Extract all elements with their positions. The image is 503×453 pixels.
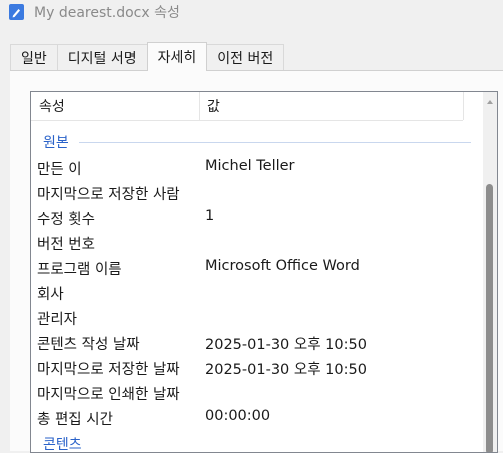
property-value[interactable]: Michel Teller xyxy=(205,158,295,174)
property-row[interactable]: 프로그램 이름 Microsoft Office Word xyxy=(31,258,471,283)
property-name: 프로그램 이름 xyxy=(37,262,122,278)
property-row[interactable]: 총 편집 시간 00:00:00 xyxy=(31,408,471,433)
scrollbar-thumb[interactable] xyxy=(486,184,493,452)
column-divider[interactable] xyxy=(199,92,200,120)
property-name: 만든 이 xyxy=(37,162,82,178)
property-name: 마지막으로 인쇄한 날짜 xyxy=(37,387,180,403)
property-name: 총 편집 시간 xyxy=(37,412,113,428)
section-label: 콘텐츠 xyxy=(43,437,82,453)
section-header-content: 콘텐츠 xyxy=(31,434,471,453)
tab-strip: 일반 디지털 서명 자세히 이전 버전 xyxy=(10,42,285,71)
column-divider[interactable] xyxy=(463,92,464,120)
property-name: 버전 번호 xyxy=(37,237,95,253)
property-row[interactable]: 콘텐츠 작성 날짜 2025-01-30 오후 10:50 xyxy=(31,333,471,358)
document-edit-icon xyxy=(9,4,24,20)
tab-digital-signature[interactable]: 디지털 서명 xyxy=(56,44,148,70)
scroll-up-arrow-icon[interactable] xyxy=(487,100,493,104)
property-row[interactable]: 버전 번호 xyxy=(31,233,471,258)
property-name: 회사 xyxy=(37,287,64,303)
property-value[interactable]: 00:00:00 xyxy=(205,408,270,424)
property-row[interactable]: 마지막으로 저장한 사람 xyxy=(31,183,471,208)
property-row[interactable]: 마지막으로 인쇄한 날짜 xyxy=(31,383,471,408)
section-header-origin: 원본 xyxy=(31,132,471,154)
property-name: 수정 횟수 xyxy=(37,212,95,228)
column-header-property[interactable]: 속성 xyxy=(39,96,65,116)
property-row[interactable]: 관리자 xyxy=(31,308,471,333)
section-divider xyxy=(79,142,471,143)
title-bar: My dearest.docx 속성 xyxy=(0,0,503,26)
property-name: 관리자 xyxy=(37,312,78,328)
property-value[interactable]: 2025-01-30 오후 10:50 xyxy=(205,358,367,379)
property-row[interactable]: 마지막으로 저장한 날짜 2025-01-30 오후 10:50 xyxy=(31,358,471,383)
properties-list[interactable]: 속성 값 원본 만든 이 Michel Teller 마지막으로 저장한 사람 … xyxy=(30,91,498,453)
section-label: 원본 xyxy=(43,135,69,151)
column-header-row: 속성 값 xyxy=(31,92,464,121)
tab-details[interactable]: 자세히 xyxy=(146,42,208,71)
tab-general[interactable]: 일반 xyxy=(10,44,58,70)
property-value[interactable]: 1 xyxy=(205,208,214,224)
property-name: 마지막으로 저장한 사람 xyxy=(37,187,180,203)
property-row[interactable]: 회사 xyxy=(31,283,471,308)
window-title: My dearest.docx 속성 xyxy=(34,5,180,21)
column-header-value[interactable]: 값 xyxy=(207,96,220,116)
property-row[interactable]: 만든 이 Michel Teller xyxy=(31,158,471,183)
property-name: 콘텐츠 작성 날짜 xyxy=(37,337,140,353)
property-value[interactable]: 2025-01-30 오후 10:50 xyxy=(205,333,367,354)
property-value[interactable]: Microsoft Office Word xyxy=(205,258,360,274)
vertical-scrollbar[interactable] xyxy=(483,92,497,452)
property-row[interactable]: 수정 횟수 1 xyxy=(31,208,471,233)
tab-previous-versions[interactable]: 이전 버전 xyxy=(206,44,285,70)
property-name: 마지막으로 저장한 날짜 xyxy=(37,362,180,378)
